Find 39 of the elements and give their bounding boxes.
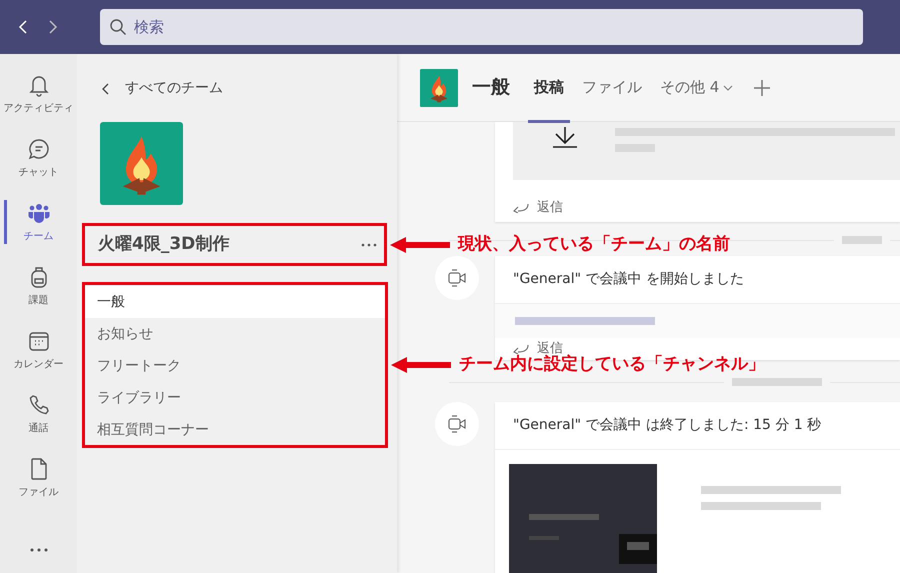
- team-name: 火曜4限_3D制作: [96, 232, 230, 256]
- campfire-icon: [100, 122, 183, 205]
- channel-item[interactable]: フリートーク: [82, 350, 388, 382]
- campfire-icon: [420, 68, 458, 106]
- reply-button[interactable]: 返信: [495, 193, 569, 222]
- arrow: [391, 357, 451, 373]
- chevron-right-icon: [49, 20, 58, 34]
- channel-item[interactable]: お知らせ: [82, 318, 388, 350]
- chat-icon: [26, 136, 50, 160]
- app-bar-item[interactable]: 課題: [0, 254, 77, 318]
- app-bar-item[interactable]: カレンダー: [0, 318, 77, 382]
- app-bar-item[interactable]: チーム: [0, 190, 77, 254]
- more-options-button[interactable]: [361, 242, 377, 246]
- channel-tab[interactable]: ファイル: [576, 54, 648, 122]
- chevron-left-icon: [18, 20, 27, 34]
- app-bar-item[interactable]: ファイル: [0, 446, 77, 510]
- app-bar-item[interactable]: 通話: [0, 382, 77, 446]
- app-bar-item[interactable]: チャット: [0, 126, 77, 190]
- video-camera-icon: [447, 269, 467, 287]
- channel-item[interactable]: ライブラリー: [82, 382, 388, 414]
- channel-item[interactable]: 一般: [82, 286, 388, 318]
- annotation-label: チーム内に設定している「チャンネル」: [459, 354, 765, 376]
- channel-title: 一般: [472, 75, 510, 100]
- channel-tab[interactable]: 投稿: [528, 54, 570, 122]
- channel-item[interactable]: 相互質問コーナー: [82, 414, 388, 446]
- reply-icon: [513, 344, 529, 354]
- video-camera-icon: [447, 415, 467, 433]
- channel-tab[interactable]: その他 4: [654, 54, 740, 122]
- more-icon: [28, 548, 48, 552]
- search-field[interactable]: 検索: [100, 9, 863, 45]
- annotation-label: 現状、入っている「チーム」の名前: [458, 232, 730, 256]
- arrow: [390, 236, 450, 252]
- all-teams-link[interactable]: すべてのチーム: [102, 78, 223, 99]
- download-icon: [551, 126, 579, 148]
- add-tab-button[interactable]: [753, 78, 772, 96]
- reply-icon: [513, 202, 529, 212]
- app-bar-item[interactable]: アクティビティ: [0, 62, 77, 126]
- back-chevron-icon: [102, 82, 109, 94]
- meeting-message: "General" で会議中 は終了しました: 15 分 1 秒: [495, 402, 900, 450]
